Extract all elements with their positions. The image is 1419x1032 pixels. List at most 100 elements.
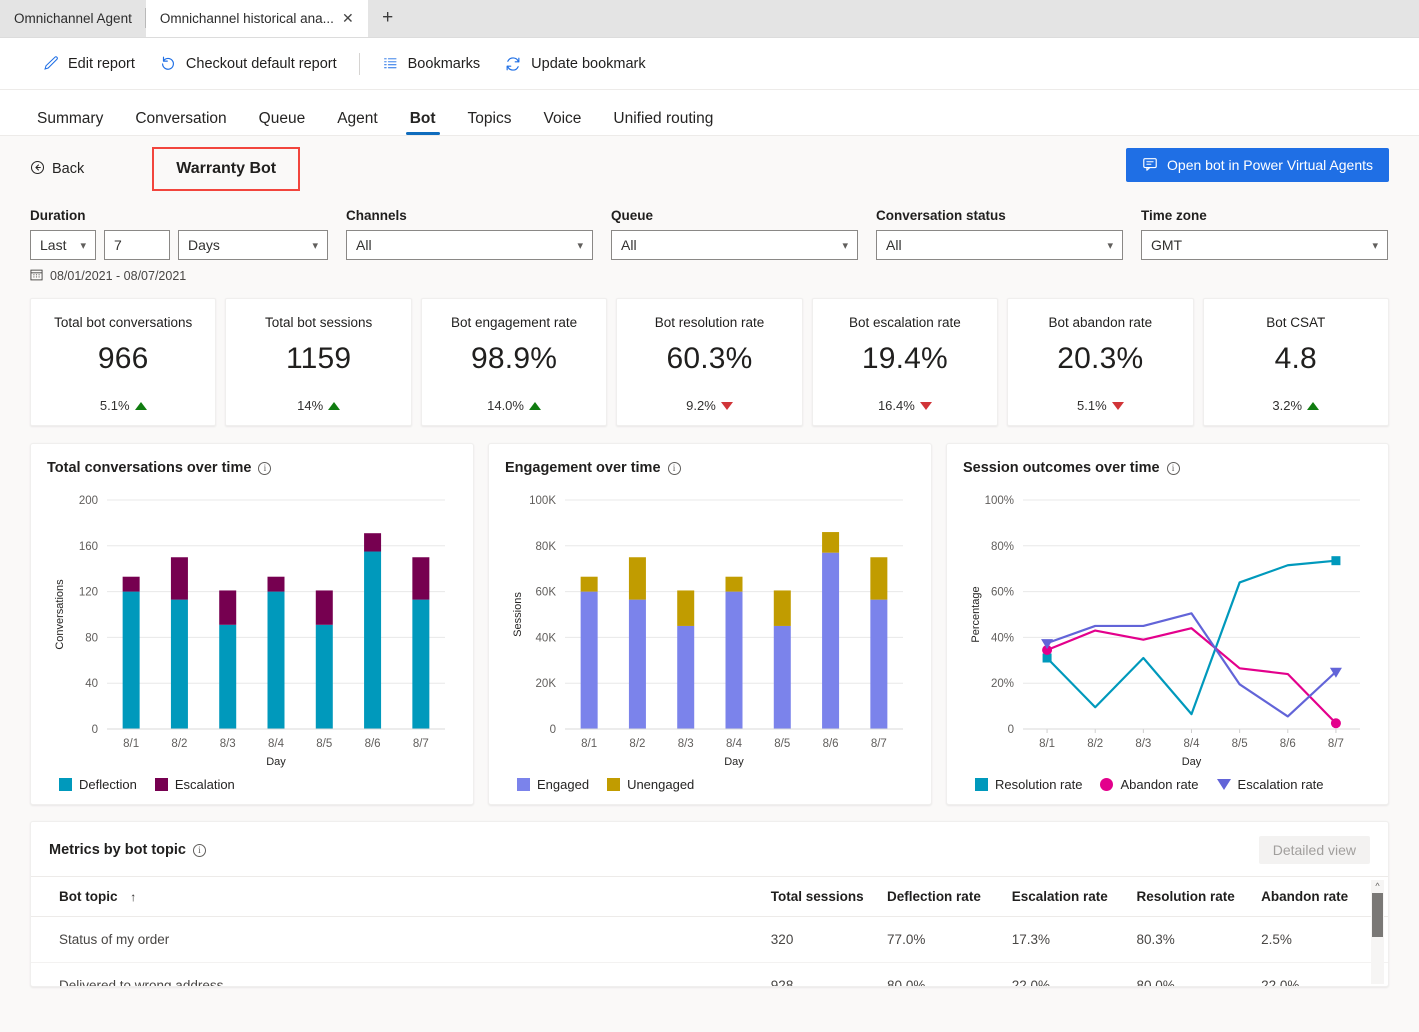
legend-item-resolution-rate[interactable]: Resolution rate bbox=[975, 777, 1082, 792]
kpi-delta: 16.4% bbox=[878, 398, 932, 413]
time-zone-label: Time zone bbox=[1141, 208, 1207, 223]
info-icon[interactable]: i bbox=[258, 461, 272, 475]
chevron-down-icon: ▾ bbox=[312, 239, 318, 252]
kpi-delta: 14% bbox=[297, 398, 341, 413]
svg-text:160: 160 bbox=[79, 541, 98, 553]
table-scrollbar[interactable]: ^ bbox=[1371, 880, 1384, 984]
queue-select[interactable]: All ▾ bbox=[611, 230, 858, 260]
svg-text:8/6: 8/6 bbox=[823, 738, 839, 750]
tab-topics[interactable]: Topics bbox=[458, 110, 522, 136]
tab-bot[interactable]: Bot bbox=[400, 110, 446, 136]
column-header-escalation-rate[interactable]: Escalation rate bbox=[1011, 876, 1137, 917]
kpi-card: Bot escalation rate 19.4% 16.4% bbox=[811, 298, 999, 426]
conversation-status-value: All bbox=[886, 237, 902, 253]
cell-resolution-rate: 80.3% bbox=[1136, 916, 1262, 963]
tab-conversation[interactable]: Conversation bbox=[125, 110, 236, 136]
svg-text:100K: 100K bbox=[529, 495, 556, 507]
checkout-default-report-button[interactable]: Checkout default report bbox=[147, 49, 349, 79]
svg-text:Day: Day bbox=[266, 756, 286, 768]
cell-abandon-rate: 22.0% bbox=[1261, 962, 1388, 986]
column-header-deflection-rate[interactable]: Deflection rate bbox=[887, 876, 1012, 917]
info-icon[interactable]: i bbox=[667, 461, 681, 475]
svg-text:8/3: 8/3 bbox=[678, 738, 694, 750]
update-bookmark-button[interactable]: Update bookmark bbox=[492, 49, 657, 79]
chart-legend: Resolution rate Abandon rate Escalation … bbox=[963, 777, 1372, 792]
tab-unified-routing[interactable]: Unified routing bbox=[603, 110, 723, 136]
command-bar: Edit report Checkout default report Book… bbox=[0, 38, 1419, 90]
legend-item-abandon-rate[interactable]: Abandon rate bbox=[1100, 777, 1199, 792]
tab-voice[interactable]: Voice bbox=[533, 110, 591, 136]
time-zone-select[interactable]: GMT ▾ bbox=[1141, 230, 1388, 260]
column-header-bot-topic[interactable]: Bot topic ↑ bbox=[31, 876, 771, 917]
tab-queue[interactable]: Queue bbox=[249, 110, 316, 136]
duration-amount-input[interactable]: 7 bbox=[104, 230, 170, 260]
svg-text:60%: 60% bbox=[991, 587, 1014, 599]
detailed-view-button[interactable]: Detailed view bbox=[1258, 836, 1370, 864]
column-header-abandon-rate[interactable]: Abandon rate bbox=[1261, 876, 1388, 917]
close-icon[interactable]: ✕ bbox=[342, 11, 354, 25]
chat-bot-icon bbox=[1142, 156, 1158, 175]
time-zone-filter-group: Time zone GMT ▾ bbox=[1141, 208, 1388, 260]
kpi-delta-value: 14% bbox=[297, 398, 324, 413]
kpi-delta-value: 3.2% bbox=[1272, 398, 1303, 413]
open-bot-in-power-virtual-agents-button[interactable]: Open bot in Power Virtual Agents bbox=[1126, 148, 1389, 182]
scroll-up-icon[interactable]: ^ bbox=[1371, 880, 1384, 892]
kpi-title: Total bot sessions bbox=[264, 315, 373, 330]
chart-row: Total conversations over time i 0 40 80 120… bbox=[30, 443, 1389, 805]
kpi-delta: 9.2% bbox=[686, 398, 733, 413]
table-header: Bot topic ↑ Total sessions Deflection ra… bbox=[31, 876, 1388, 917]
info-icon[interactable]: i bbox=[1166, 461, 1180, 475]
legend-item-escalation[interactable]: Escalation bbox=[154, 777, 235, 792]
legend-label: Escalation rate bbox=[1237, 777, 1324, 792]
svg-text:200: 200 bbox=[79, 495, 98, 507]
tab-summary[interactable]: Summary bbox=[27, 110, 113, 136]
tab-agent[interactable]: Agent bbox=[327, 110, 388, 136]
legend-item-escalation-rate[interactable]: Escalation rate bbox=[1216, 777, 1324, 792]
legend-label: Abandon rate bbox=[1120, 777, 1199, 792]
undo-icon bbox=[159, 55, 177, 73]
back-button[interactable]: Back bbox=[30, 160, 84, 179]
date-range-display: 08/01/2021 - 08/07/2021 bbox=[30, 268, 1389, 284]
back-label: Back bbox=[52, 161, 85, 177]
kpi-value: 20.3% bbox=[1057, 342, 1144, 375]
new-tab-button[interactable]: + bbox=[368, 0, 408, 37]
pencil-icon bbox=[42, 55, 59, 72]
column-header-total-sessions[interactable]: Total sessions bbox=[770, 876, 888, 917]
cell-total-sessions: 320 bbox=[770, 916, 888, 963]
channels-select[interactable]: All ▾ bbox=[346, 230, 593, 260]
conversation-status-select[interactable]: All ▾ bbox=[876, 230, 1123, 260]
edit-report-button[interactable]: Edit report bbox=[30, 49, 147, 78]
table-row[interactable]: Delivered to wrong address 928 80.0% 22.0% 8… bbox=[31, 962, 1388, 986]
legend-item-unengaged[interactable]: Unengaged bbox=[607, 777, 694, 792]
svg-text:20K: 20K bbox=[536, 678, 557, 690]
legend-item-deflection[interactable]: Deflection bbox=[59, 777, 137, 792]
svg-text:8/4: 8/4 bbox=[726, 738, 743, 750]
svg-text:8/3: 8/3 bbox=[1135, 738, 1151, 750]
svg-text:0: 0 bbox=[1008, 724, 1014, 736]
column-header-resolution-rate[interactable]: Resolution rate bbox=[1136, 876, 1262, 917]
cell-abandon-rate: 2.5% bbox=[1261, 916, 1388, 963]
cell-bot-topic: Delivered to wrong address bbox=[31, 962, 771, 986]
sort-ascending-icon: ↑ bbox=[130, 890, 137, 904]
svg-text:8/5: 8/5 bbox=[316, 738, 332, 750]
cell-total-sessions: 928 bbox=[770, 962, 888, 986]
svg-text:Sessions: Sessions bbox=[512, 592, 524, 637]
panel-title-text: Engagement over time bbox=[505, 460, 661, 476]
svg-text:Day: Day bbox=[724, 756, 744, 768]
open-bot-label: Open bot in Power Virtual Agents bbox=[1167, 157, 1373, 173]
duration-unit-select[interactable]: Days ▾ bbox=[178, 230, 328, 260]
total-conversations-over-time-panel: Total conversations over time i 0 40 80 120… bbox=[30, 443, 474, 805]
info-icon[interactable]: i bbox=[192, 843, 206, 857]
duration-mode-select[interactable]: Last ▾ bbox=[30, 230, 96, 260]
svg-text:8/2: 8/2 bbox=[171, 738, 187, 750]
browser-tab-omnichannel-agent[interactable]: Omnichannel Agent bbox=[0, 0, 146, 37]
kpi-title: Bot CSAT bbox=[1266, 315, 1326, 330]
table-row[interactable]: Status of my order 320 77.0% 17.3% 80.3% 2.5% bbox=[31, 916, 1388, 963]
svg-text:40%: 40% bbox=[991, 632, 1014, 644]
browser-tab-historical-analytics[interactable]: Omnichannel historical ana... ✕ bbox=[145, 0, 368, 37]
scrollbar-thumb[interactable] bbox=[1372, 893, 1383, 937]
bookmarks-button[interactable]: Bookmarks bbox=[370, 49, 493, 78]
duration-mode-value: Last bbox=[40, 237, 67, 253]
legend-item-engaged[interactable]: Engaged bbox=[517, 777, 589, 792]
svg-text:8/7: 8/7 bbox=[871, 738, 887, 750]
